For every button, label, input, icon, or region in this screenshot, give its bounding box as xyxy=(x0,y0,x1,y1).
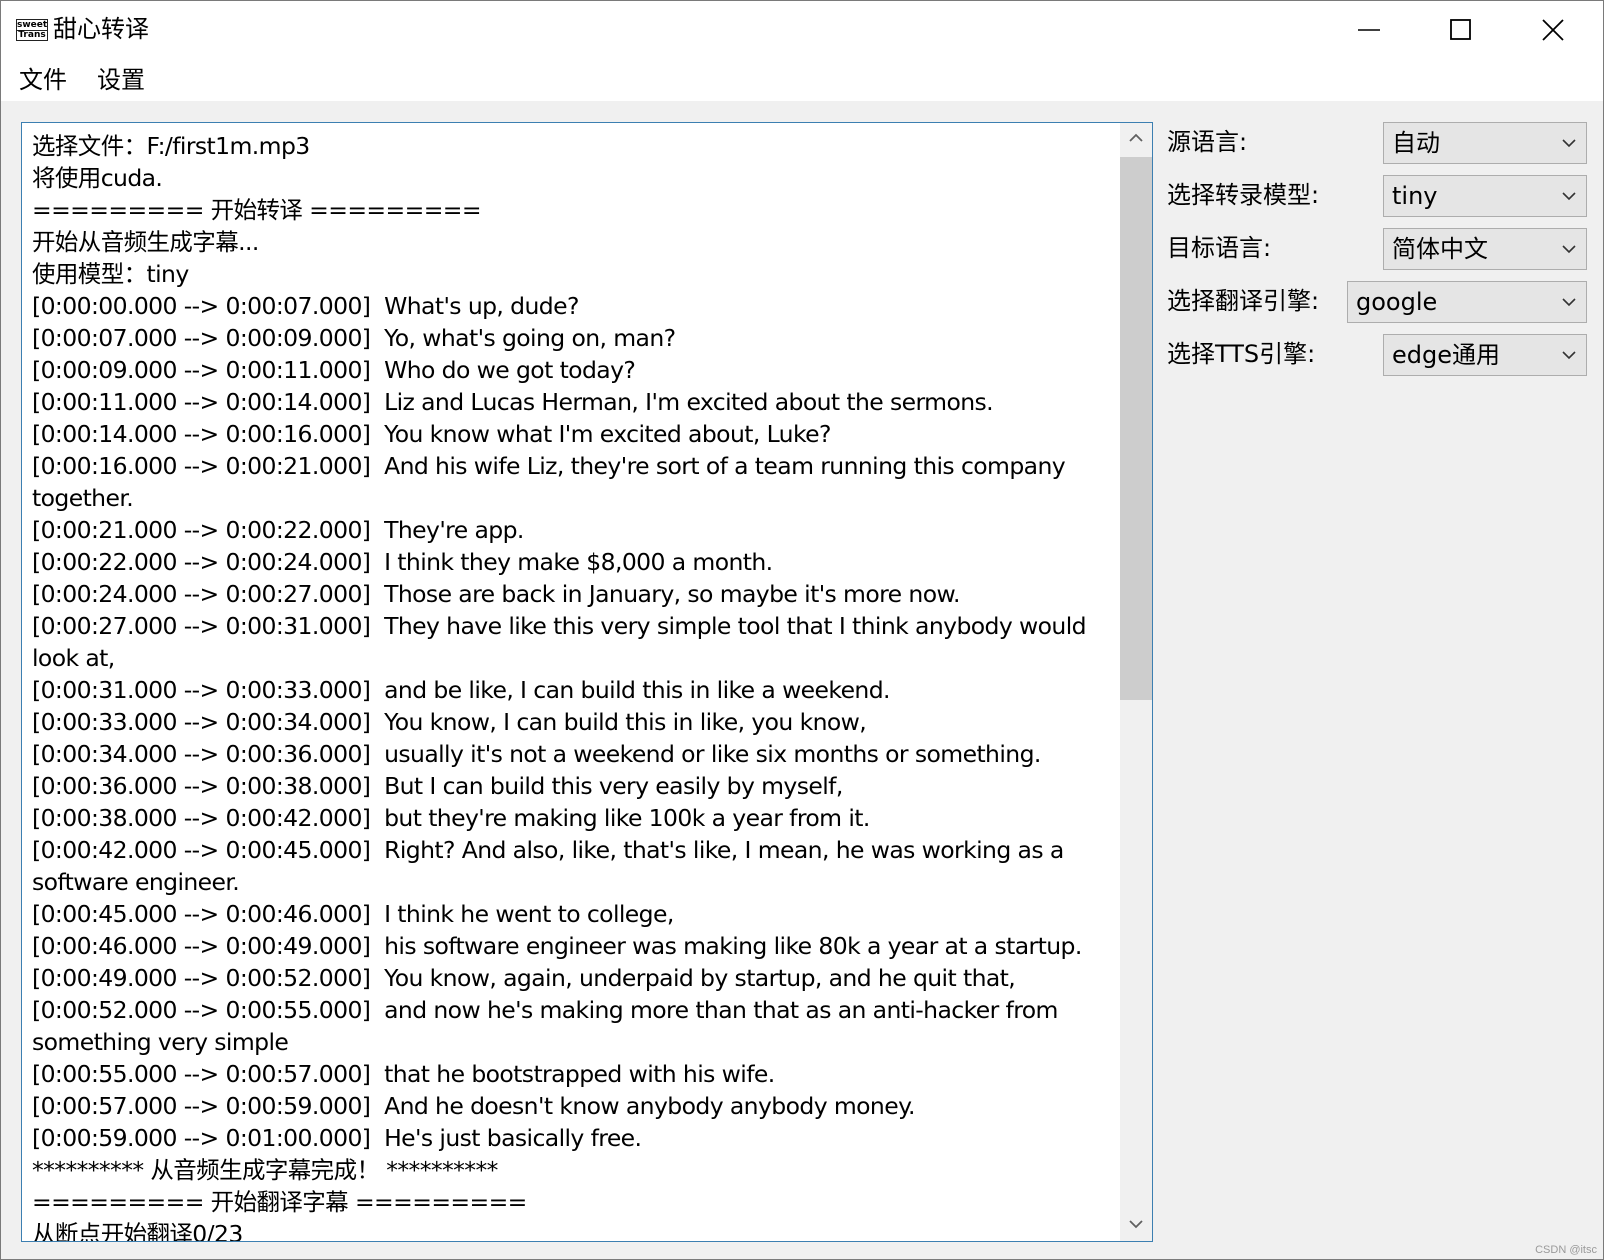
target-language-row: 目标语言: 简体中文 xyxy=(1167,228,1587,270)
source-language-select[interactable]: 自动 xyxy=(1383,122,1587,164)
chevron-down-icon xyxy=(1562,298,1576,307)
target-language-value: 简体中文 xyxy=(1392,235,1488,263)
log-text: 选择文件：F:/first1m.mp3 将使用cuda. ========= 开… xyxy=(32,132,1087,1242)
tts-engine-label: 选择TTS引擎: xyxy=(1167,340,1316,368)
app-logo-icon: sweet Trans xyxy=(16,19,48,41)
chevron-up-icon xyxy=(1129,133,1143,142)
chevron-down-icon xyxy=(1129,1220,1143,1229)
chevron-down-icon xyxy=(1562,192,1576,201)
tts-engine-select[interactable]: edge通用 xyxy=(1383,334,1587,376)
translate-engine-value: google xyxy=(1356,288,1438,316)
model-select[interactable]: tiny xyxy=(1383,175,1587,217)
scroll-up-button[interactable] xyxy=(1120,123,1152,155)
logo-text-top: sweet xyxy=(17,20,48,30)
close-button[interactable] xyxy=(1507,1,1599,59)
menu-file[interactable]: 文件 xyxy=(17,64,69,96)
source-language-row: 源语言: 自动 xyxy=(1167,122,1587,164)
menu-bar: 文件 设置 xyxy=(1,59,1603,101)
minimize-button[interactable] xyxy=(1323,1,1415,59)
chevron-down-icon xyxy=(1562,139,1576,148)
maximize-button[interactable] xyxy=(1415,1,1507,59)
target-language-select[interactable]: 简体中文 xyxy=(1383,228,1587,270)
vertical-scrollbar[interactable] xyxy=(1120,123,1152,1241)
scrollbar-thumb[interactable] xyxy=(1120,157,1152,700)
scroll-down-button[interactable] xyxy=(1120,1209,1152,1241)
target-language-label: 目标语言: xyxy=(1167,234,1272,262)
minimize-icon xyxy=(1358,29,1380,31)
app-window: sweet Trans 甜心转译 文件 设置 选择文件：F:/first1m.m… xyxy=(0,0,1604,1260)
translate-engine-select[interactable]: google xyxy=(1347,281,1587,323)
translate-engine-label: 选择翻译引擎: xyxy=(1167,287,1320,315)
translate-engine-row: 选择翻译引擎: google xyxy=(1167,281,1587,323)
close-icon xyxy=(1542,19,1564,41)
tts-engine-row: 选择TTS引擎: edge通用 xyxy=(1167,334,1587,376)
tts-engine-value: edge通用 xyxy=(1392,341,1500,369)
model-label: 选择转录模型: xyxy=(1167,181,1320,209)
chevron-down-icon xyxy=(1562,245,1576,254)
watermark: CSDN @itsc xyxy=(1535,1244,1597,1256)
logo-text-bottom: Trans xyxy=(17,30,47,40)
model-value: tiny xyxy=(1392,182,1438,210)
source-language-label: 源语言: xyxy=(1167,128,1248,156)
title-bar[interactable]: sweet Trans 甜心转译 xyxy=(1,1,1603,59)
log-output[interactable]: 选择文件：F:/first1m.mp3 将使用cuda. ========= 开… xyxy=(21,122,1153,1242)
maximize-icon xyxy=(1450,19,1471,40)
menu-settings[interactable]: 设置 xyxy=(95,64,147,96)
source-language-value: 自动 xyxy=(1392,129,1440,157)
chevron-down-icon xyxy=(1562,351,1576,360)
window-title: 甜心转译 xyxy=(53,15,149,43)
model-row: 选择转录模型: tiny xyxy=(1167,175,1587,217)
